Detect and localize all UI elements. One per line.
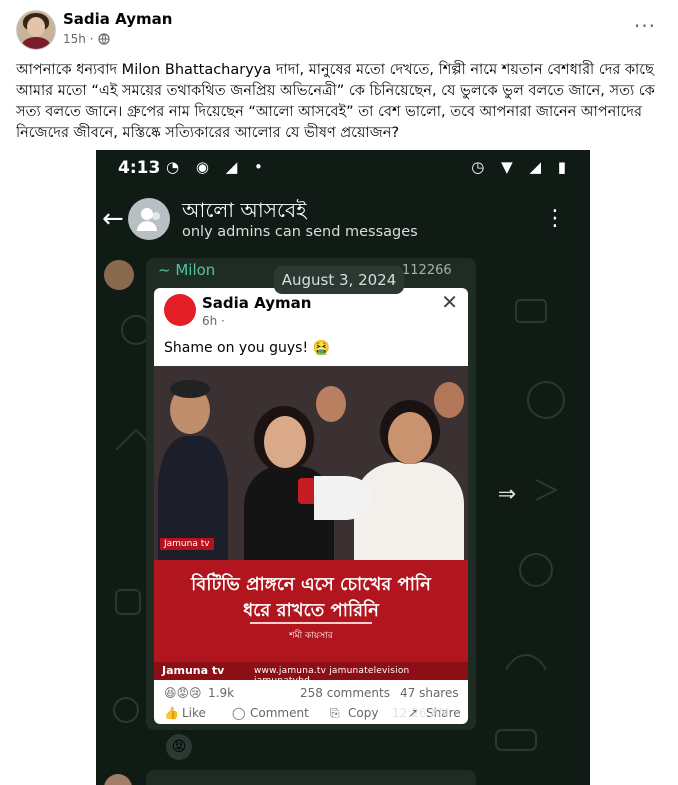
card-post-meta: 6h ·: [202, 314, 225, 328]
forward-icon: ⇒: [497, 482, 517, 507]
person-bg-right-head: [434, 382, 464, 418]
globe-icon: [97, 33, 110, 45]
status-app-icons: ◔ ◉ ◢ •: [166, 158, 269, 176]
copy-icon: ⎘: [330, 706, 340, 720]
sender-number: 112266: [402, 263, 452, 278]
banner-credit: শমী কায়সার: [289, 631, 333, 641]
avatar-face: [27, 17, 45, 37]
like-label: Like: [182, 706, 206, 720]
jamuna-logo: Jamuna tv: [160, 538, 214, 550]
group-avatar-person-back: [152, 212, 160, 220]
card-author-avatar: [164, 294, 196, 326]
like-icon: 👍: [164, 706, 179, 720]
comment-count: 258 comments: [300, 686, 390, 700]
copy-label: Copy: [348, 706, 379, 720]
group-subtitle: only admins can send messages: [182, 224, 418, 240]
footer-brand: Jamuna tv: [162, 664, 225, 677]
megaphone-icon: [314, 476, 374, 520]
author-avatar[interactable]: [16, 10, 56, 50]
footer-links: www.jamuna.tv jamunatelevision jamunatvb…: [254, 666, 410, 686]
news-banner: বিটিভি প্রাঙ্গনে এসে চোখের পানি ধরে রাখত…: [154, 560, 468, 662]
status-system-icons: ◷ ▼ ◢ ▮: [471, 158, 572, 176]
comment-icon: ◯: [232, 706, 246, 720]
date-pill: August 3, 2024: [274, 266, 404, 294]
post-meta: 15h ·: [63, 32, 110, 46]
sender-avatar: [104, 260, 134, 290]
card-post-text: Shame on you guys! 🤮: [164, 340, 330, 356]
avatar-body: [22, 37, 50, 49]
group-avatar-person-head: [141, 208, 153, 220]
author-name[interactable]: Sadia Ayman: [63, 10, 172, 28]
news-footer: Jamuna tv www.jamuna.tv jamunatelevision…: [154, 662, 468, 686]
news-photo: Jamuna tv: [154, 366, 468, 560]
shared-screenshot[interactable]: 4:13 ◔ ◉ ◢ • ◷ ▼ ◢ ▮ ← আলো আসবেই only ad…: [96, 150, 590, 785]
person-man-hair: [170, 380, 210, 398]
group-avatar-icon: [128, 198, 170, 240]
phone-status-bar: 4:13 ◔ ◉ ◢ • ◷ ▼ ◢ ▮: [96, 150, 590, 184]
post-time[interactable]: 15h ·: [63, 32, 94, 46]
person-center-head: [264, 416, 306, 468]
kebab-menu-icon: ⋮: [544, 206, 566, 231]
comment-label: Comment: [250, 706, 309, 720]
reaction-count: 1.9k: [208, 686, 235, 700]
next-message-bubble: [146, 770, 476, 785]
chat-header: ← আলো আসবেই only admins can send message…: [96, 194, 590, 256]
status-time: 4:13: [118, 158, 161, 178]
group-avatar-person-body: [137, 221, 157, 231]
message-time: 12:26 AM: [392, 706, 449, 720]
post-header: Sadia Ayman 15h · ···: [0, 0, 678, 58]
sender-name: ~ Milon: [158, 261, 216, 279]
reaction-icons: 😆😡😢: [164, 686, 202, 700]
close-icon: ✕: [441, 290, 458, 314]
more-options-icon[interactable]: ···: [634, 14, 656, 38]
person-right-body: [354, 462, 464, 560]
share-count: 47 shares: [400, 686, 459, 700]
person-right-head: [388, 412, 432, 464]
person-bg-head: [316, 386, 346, 422]
back-arrow-icon: ←: [102, 204, 124, 234]
post-caption: আপনাকে ধন্যবাদ Milon Bhattacharyya দাদা,…: [16, 62, 655, 141]
banner-divider: [250, 622, 372, 624]
forwarded-facebook-post: Sadia Ayman 6h · ✕ Shame on you guys! 🤮 …: [154, 288, 468, 724]
angry-reaction-icon: 😡: [166, 734, 192, 760]
card-author-name: Sadia Ayman: [202, 294, 312, 312]
